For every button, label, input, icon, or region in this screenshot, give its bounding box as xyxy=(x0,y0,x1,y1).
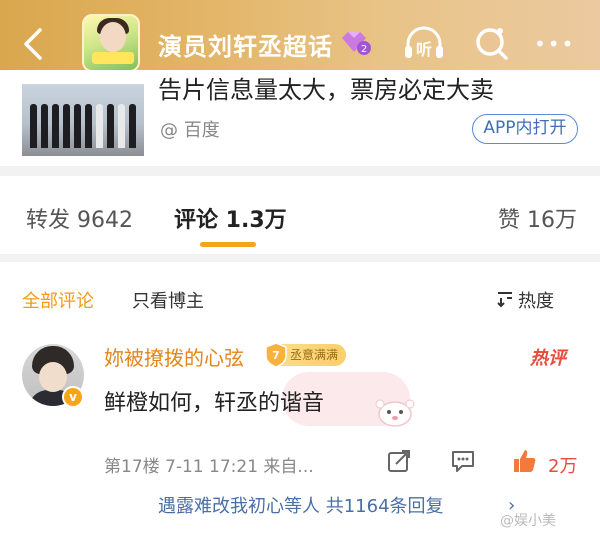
bubble-sticker-icon xyxy=(375,399,415,427)
engagement-tabs: 转发 9642 评论 1.3万 赞 16万 xyxy=(0,176,600,254)
search-icon[interactable] xyxy=(470,24,514,64)
watermark: @娱小美 xyxy=(500,513,556,529)
svg-text:2: 2 xyxy=(361,44,367,55)
filter-all-comments[interactable]: 全部评论 xyxy=(22,287,94,313)
comment-item: v 妳被撩拨的心弦 7 丞意满满 热评 鲜橙如何，轩丞的谐音 第17楼 7-11… xyxy=(0,332,600,540)
sort-icon[interactable] xyxy=(496,290,514,308)
supertopic-avatar[interactable] xyxy=(82,14,140,72)
like-icon[interactable] xyxy=(512,448,538,474)
comment-text: 鲜橙如何，轩丞的谐音 xyxy=(104,391,325,416)
tab-like[interactable]: 赞 16万 xyxy=(498,202,577,234)
svg-text:听: 听 xyxy=(416,40,432,59)
article-title: 告片信息量太大，票房必定大卖 xyxy=(158,76,494,104)
listen-icon[interactable]: 听 xyxy=(402,24,446,64)
verified-badge-icon: v xyxy=(62,386,84,408)
open-in-app-button[interactable]: APP内打开 xyxy=(472,114,578,144)
article-source: @ 百度 xyxy=(160,120,220,141)
like-count: 2万 xyxy=(548,456,578,477)
filter-op-only[interactable]: 只看博主 xyxy=(132,287,204,313)
sort-by-heat[interactable]: 热度 xyxy=(518,287,554,313)
hot-comment-badge: 热评 xyxy=(530,348,566,369)
tab-repost[interactable]: 转发 9642 xyxy=(26,202,133,234)
fan-level-icon: 7 xyxy=(265,342,287,368)
level-gem-icon: 2 xyxy=(342,32,371,55)
article-thumbnail xyxy=(22,84,144,156)
share-icon[interactable] xyxy=(386,448,412,474)
reply-summary-link[interactable]: 遇露难改我初心等人 共1164条回复 xyxy=(158,492,444,518)
reply-comment-icon[interactable] xyxy=(450,448,476,474)
more-icon[interactable]: ••• xyxy=(534,24,578,64)
svg-text:7: 7 xyxy=(272,349,280,362)
fan-badge[interactable]: 7 丞意满满 xyxy=(265,342,347,368)
active-tab-indicator xyxy=(200,242,256,247)
commenter-name[interactable]: 妳被撩拨的心弦 xyxy=(104,342,244,371)
comment-meta: 第17楼 7-11 17:21 来自... xyxy=(104,457,314,477)
tab-comment[interactable]: 评论 1.3万 xyxy=(174,202,287,234)
page-title: 演员刘轩丞超话 xyxy=(158,33,333,61)
back-icon[interactable] xyxy=(20,24,46,64)
comment-filter-bar: 全部评论 只看博主 热度 xyxy=(0,262,600,332)
fan-badge-label: 丞意满满 xyxy=(290,348,339,362)
linked-article-card[interactable]: 告片信息量太大，票房必定大卖 @ 百度 APP内打开 xyxy=(0,70,600,166)
